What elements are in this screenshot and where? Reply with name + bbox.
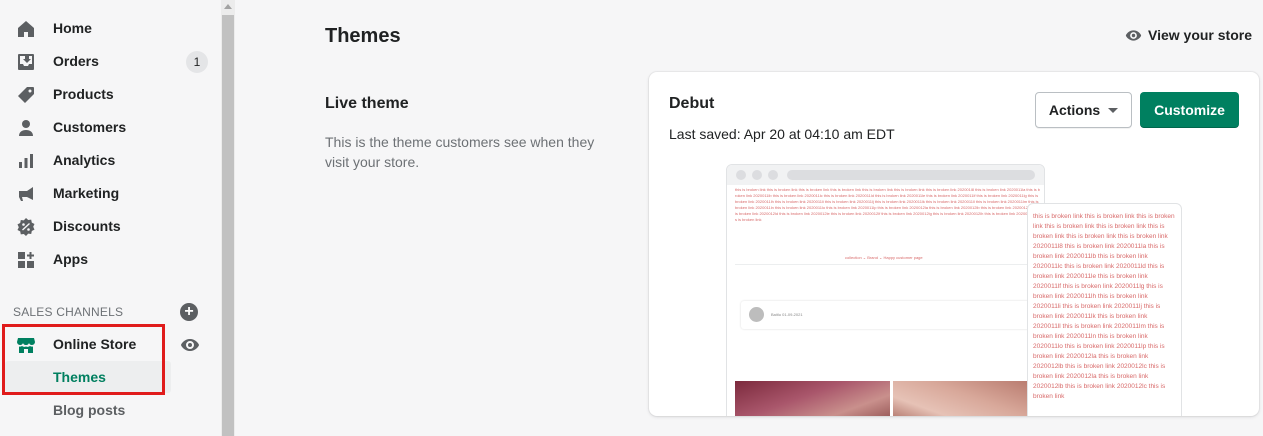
bar-chart-icon bbox=[16, 151, 36, 171]
nav-label: Customers bbox=[53, 119, 127, 135]
nav-label: Online Store bbox=[53, 336, 137, 352]
window-dot-icon bbox=[736, 170, 746, 180]
view-your-store-label: View your store bbox=[1148, 27, 1253, 43]
preview-announcement-text: this is broken link this is broken link … bbox=[735, 187, 1040, 222]
orders-count-badge: 1 bbox=[186, 51, 208, 73]
desktop-theme-preview: this is broken link this is broken link … bbox=[726, 164, 1045, 416]
nav-label: Discounts bbox=[53, 218, 121, 234]
store-icon bbox=[16, 335, 36, 355]
nav-label: Apps bbox=[53, 251, 88, 267]
mobile-theme-preview: this is broken link this is broken link … bbox=[1027, 203, 1182, 416]
page-title: Themes bbox=[325, 25, 401, 47]
nav-apps[interactable]: Apps bbox=[0, 242, 221, 275]
preview-product-photo bbox=[893, 381, 1033, 416]
customize-label: Customize bbox=[1154, 102, 1225, 118]
sidebar: Home Orders 1 Products Customers Analyti… bbox=[0, 0, 221, 436]
nav-discounts[interactable]: Discounts bbox=[0, 209, 221, 242]
live-theme-description: This is the theme customers see when the… bbox=[325, 134, 595, 170]
browser-chrome-bar bbox=[727, 165, 1044, 185]
orders-icon bbox=[16, 52, 36, 72]
preview-review-meta: Baitlu 01-09-2021 bbox=[771, 312, 803, 317]
home-icon bbox=[16, 19, 36, 39]
apps-icon bbox=[16, 250, 36, 270]
actions-dropdown-button[interactable]: Actions bbox=[1035, 92, 1132, 128]
nav-blog-posts[interactable]: Blog posts bbox=[5, 394, 171, 426]
nav-products[interactable]: Products bbox=[0, 77, 221, 110]
sidebar-scrollbar[interactable] bbox=[221, 0, 235, 436]
preview-nav-links: collection ⌄ Brand ⌄ Happy customer page bbox=[845, 255, 923, 260]
person-icon bbox=[16, 118, 36, 138]
live-theme-heading: Live theme bbox=[325, 95, 409, 112]
avatar-icon bbox=[749, 307, 764, 322]
nav-label: Marketing bbox=[53, 185, 120, 201]
preview-store-nav: collection ⌄ Brand ⌄ Happy customer page… bbox=[735, 255, 1039, 265]
window-dot-icon bbox=[768, 170, 778, 180]
nav-label: Products bbox=[53, 86, 114, 102]
caret-down-icon bbox=[1108, 107, 1119, 113]
preview-product-photo bbox=[735, 381, 890, 416]
nav-label: Home bbox=[53, 20, 92, 36]
nav-analytics[interactable]: Analytics bbox=[0, 143, 221, 176]
nav-label: Orders bbox=[53, 53, 99, 69]
sales-channels-heading: SALES CHANNELS bbox=[13, 305, 124, 319]
discount-icon bbox=[16, 217, 36, 237]
nav-blog-posts-label: Blog posts bbox=[53, 402, 126, 418]
preview-review-card: Baitlu 01-09-2021 bbox=[741, 301, 1031, 329]
view-online-store-eye-icon[interactable] bbox=[180, 335, 200, 355]
customize-button[interactable]: Customize bbox=[1140, 92, 1239, 128]
eye-icon bbox=[1125, 29, 1142, 41]
nav-orders[interactable]: Orders 1 bbox=[0, 44, 221, 77]
mobile-preview-text: this is broken link this is broken link … bbox=[1033, 213, 1175, 400]
nav-themes[interactable]: Themes bbox=[5, 361, 171, 393]
window-dot-icon bbox=[752, 170, 762, 180]
nav-customers[interactable]: Customers bbox=[0, 110, 221, 143]
nav-themes-label: Themes bbox=[53, 369, 106, 385]
last-saved-text: Last saved: Apr 20 at 04:10 am EDT bbox=[669, 126, 895, 142]
megaphone-icon bbox=[16, 184, 36, 204]
actions-label: Actions bbox=[1048, 102, 1101, 118]
live-theme-card: Debut Last saved: Apr 20 at 04:10 am EDT… bbox=[649, 72, 1259, 416]
tag-icon bbox=[16, 85, 36, 105]
scroll-up-arrow-icon[interactable] bbox=[224, 4, 232, 9]
plus-icon: + bbox=[184, 303, 194, 320]
nav-label: Analytics bbox=[53, 152, 116, 168]
nav-marketing[interactable]: Marketing bbox=[0, 176, 221, 209]
nav-home[interactable]: Home bbox=[0, 11, 221, 44]
add-sales-channel-button[interactable]: + bbox=[180, 303, 198, 321]
theme-name: Debut bbox=[669, 95, 715, 112]
scrollbar-thumb[interactable] bbox=[222, 15, 234, 436]
view-your-store-link[interactable]: View your store bbox=[1125, 25, 1252, 45]
browser-url-bar bbox=[787, 170, 1035, 180]
